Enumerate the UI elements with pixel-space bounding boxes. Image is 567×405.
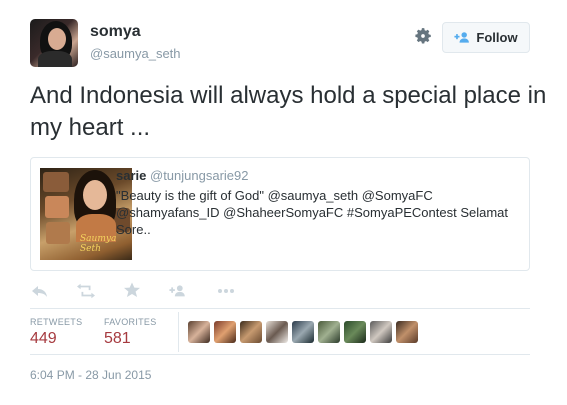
follow-label: Follow [476,30,518,45]
user-handle[interactable]: @saumya_seth [90,46,181,61]
stats-separator [178,312,179,352]
favoriter-avatar[interactable] [344,321,366,343]
gear-icon[interactable] [413,26,433,46]
favoriter-avatar[interactable] [318,321,340,343]
quoted-author-handle: @tunjungsarie92 [150,168,249,183]
quoted-tweet-text: "Beauty is the gift of God" @saumya_seth… [116,188,509,237]
retweet-icon[interactable] [77,283,95,299]
follow-icon [454,32,470,43]
retweets-label: RETWEETS [30,317,83,327]
favorites-count[interactable]: 581 [104,330,131,348]
favoriter-avatar[interactable] [370,321,392,343]
favoriter-avatar[interactable] [266,321,288,343]
divider [30,354,530,355]
follow-icon[interactable] [169,283,187,299]
divider [30,308,530,309]
quoted-author[interactable]: sarie @tunjungsarie92 [116,168,248,183]
favoriter-avatar[interactable] [188,321,210,343]
favoriter-avatar[interactable] [396,321,418,343]
display-name[interactable]: somya [90,23,141,41]
favoriter-avatar[interactable] [240,321,262,343]
tweet-timestamp[interactable]: 6:04 PM - 28 Jun 2015 [30,368,151,382]
favoriter-avatar[interactable] [214,321,236,343]
favoriter-avatar[interactable] [292,321,314,343]
favorite-icon[interactable] [123,282,141,298]
retweets-count[interactable]: 449 [30,330,57,348]
tweet-text: And Indonesia will always hold a special… [30,82,547,141]
more-icon[interactable] [217,283,235,299]
quoted-author-name: sarie [116,168,147,183]
user-avatar[interactable] [30,19,78,67]
reply-icon[interactable] [31,283,49,299]
favorites-label: FAVORITES [104,317,157,327]
follow-button[interactable]: Follow [442,22,530,53]
